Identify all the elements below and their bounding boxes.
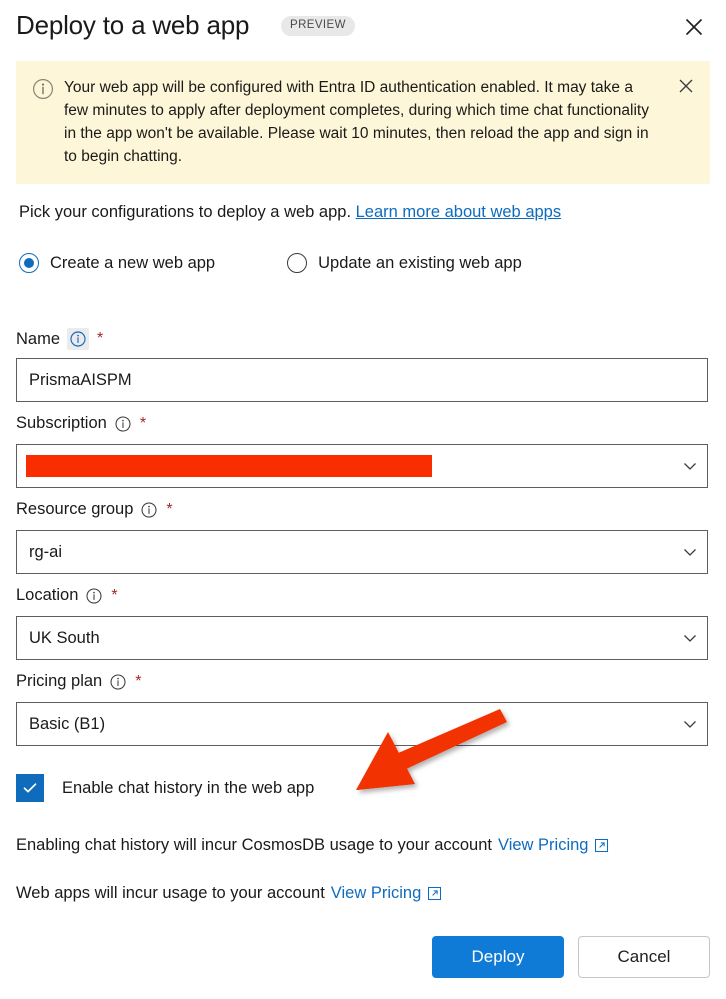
radio-update-existing-web-app[interactable]: Update an existing web app — [287, 253, 522, 273]
intro-text: Pick your configurations to deploy a web… — [19, 203, 561, 222]
radio-unselected-icon — [287, 253, 308, 273]
chevron-down-icon[interactable] — [673, 458, 707, 474]
dialog-footer: Deploy Cancel — [432, 936, 710, 978]
intro-label: Pick your configurations to deploy a web… — [19, 203, 352, 221]
label-text: Location — [16, 586, 79, 604]
resource-group-select-value: rg-ai — [29, 542, 63, 561]
required-indicator: * — [111, 586, 118, 604]
dialog-header: Deploy to a web app PREVIEW — [0, 0, 726, 56]
info-banner: Your web app will be configured with Ent… — [16, 61, 710, 184]
required-indicator: * — [97, 330, 104, 347]
pricing-plan-select[interactable]: Basic (B1) — [16, 702, 708, 746]
info-circle-icon[interactable] — [67, 328, 90, 350]
view-pricing-link[interactable]: View Pricing — [331, 884, 421, 903]
info-circle-icon — [32, 78, 54, 100]
label-text: Subscription — [16, 414, 107, 432]
deploy-button[interactable]: Deploy — [432, 936, 564, 978]
webapp-pricing-note: Web apps will incur usage to your accoun… — [16, 884, 442, 903]
info-circle-icon[interactable] — [109, 673, 127, 691]
pricing-plan-field-label: Pricing plan * — [16, 672, 141, 691]
chevron-down-icon[interactable] — [673, 544, 707, 560]
chevron-down-icon[interactable] — [673, 630, 707, 646]
note-text: Web apps will incur usage to your accoun… — [16, 884, 325, 902]
name-field-label: Name * — [16, 328, 103, 350]
required-indicator: * — [166, 500, 173, 518]
subscription-select[interactable] — [16, 444, 708, 488]
required-indicator: * — [135, 672, 142, 690]
close-icon — [684, 17, 704, 37]
label-text: Pricing plan — [16, 672, 103, 690]
info-circle-icon[interactable] — [140, 501, 158, 519]
deploy-mode-radio-group: Create a new web app Update an existing … — [19, 253, 522, 273]
location-select[interactable]: UK South — [16, 616, 708, 660]
chevron-down-icon[interactable] — [673, 716, 707, 732]
external-link-icon — [594, 838, 609, 853]
pricing-plan-select-value: Basic (B1) — [29, 714, 106, 733]
subscription-field-label: Subscription * — [16, 414, 146, 433]
location-field-label: Location * — [16, 586, 118, 605]
label-text: Name — [16, 329, 61, 348]
name-input-value: PrismaAISPM — [29, 370, 132, 389]
dismiss-banner-button[interactable] — [674, 75, 698, 99]
view-pricing-link[interactable]: View Pricing — [498, 836, 588, 855]
radio-selected-icon — [19, 253, 39, 273]
learn-more-link[interactable]: Learn more about web apps — [356, 203, 561, 221]
info-circle-icon[interactable] — [85, 587, 103, 605]
label-text: Resource group — [16, 500, 134, 518]
note-text: Enabling chat history will incur CosmosD… — [16, 836, 492, 854]
close-icon — [678, 78, 694, 97]
close-dialog-button[interactable] — [678, 11, 710, 43]
location-select-value: UK South — [29, 628, 100, 647]
radio-label: Create a new web app — [50, 253, 216, 272]
cosmosdb-pricing-note: Enabling chat history will incur CosmosD… — [16, 836, 609, 855]
banner-message: Your web app will be configured with Ent… — [64, 79, 649, 165]
checkbox-label: Enable chat history in the web app — [62, 778, 315, 797]
radio-create-new-web-app[interactable]: Create a new web app — [19, 253, 215, 273]
external-link-icon — [427, 886, 442, 901]
radio-label: Update an existing web app — [318, 253, 522, 272]
cancel-button[interactable]: Cancel — [578, 936, 710, 978]
required-indicator: * — [139, 414, 147, 432]
resource-group-field-label: Resource group * — [16, 500, 173, 519]
name-input[interactable]: PrismaAISPM — [16, 358, 708, 402]
status-badge: PREVIEW — [281, 16, 355, 36]
enable-chat-history-checkbox[interactable]: Enable chat history in the web app — [16, 774, 314, 802]
checkmark-icon — [16, 774, 44, 802]
info-circle-icon[interactable] — [114, 415, 132, 433]
page-title: Deploy to a web app — [16, 10, 250, 40]
resource-group-select[interactable]: rg-ai — [16, 530, 708, 574]
